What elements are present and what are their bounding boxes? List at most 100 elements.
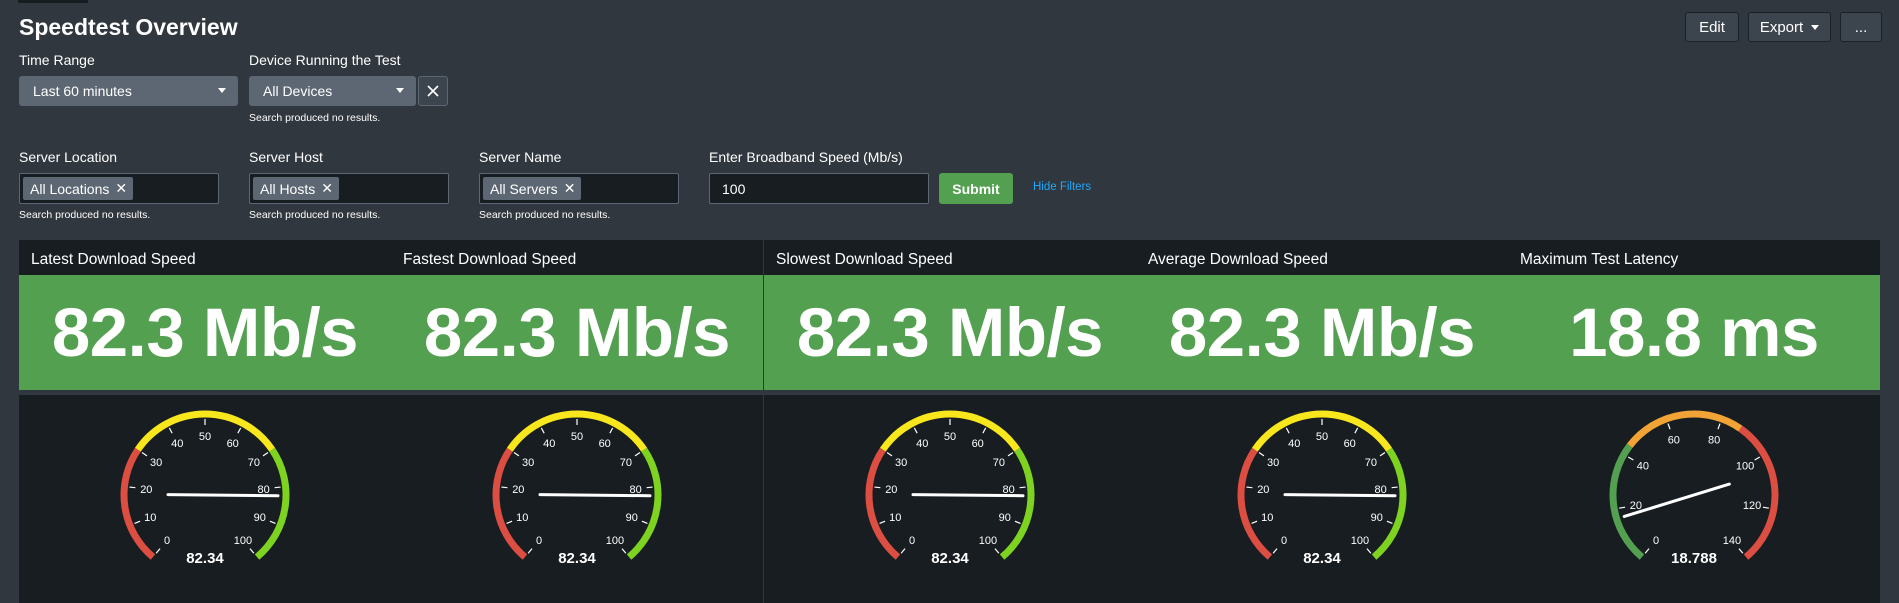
gauge-tick (1391, 486, 1398, 489)
gauge-tick (501, 486, 508, 489)
page-title: Speedtest Overview (19, 14, 238, 40)
gauge-tick (527, 548, 533, 554)
device-clear-button[interactable] (418, 76, 448, 106)
gauge-tick-label: 10 (144, 512, 156, 524)
device-value: All Devices (263, 83, 333, 99)
gauge-tick-label: 140 (1723, 535, 1741, 547)
close-icon[interactable]: ✕ (564, 180, 576, 197)
server-host-search-note: Search produced no results. (249, 209, 381, 221)
gauge-needle (166, 493, 280, 498)
gauge-tick (1762, 506, 1769, 509)
radial-gauge: 0 10 20 30 40 50 60 70 80 90 100 82.34 (19, 395, 391, 603)
more-actions-button[interactable]: ... (1840, 12, 1882, 42)
gauge-tick-label: 50 (1316, 431, 1328, 443)
gauge-svg: 0204060 8010012014018.788 (1609, 410, 1779, 567)
server-name-label: Server Name (479, 149, 562, 165)
close-icon[interactable]: ✕ (115, 180, 127, 197)
gauge-tick (886, 452, 893, 457)
gauge-tick (634, 452, 641, 457)
edit-button[interactable]: Edit (1685, 12, 1739, 42)
gauge-tick (1007, 452, 1014, 457)
close-icon[interactable]: ✕ (321, 180, 333, 197)
gauge-tick-label: 60 (972, 438, 984, 450)
time-range-label: Time Range (19, 52, 95, 68)
gauge-band (865, 447, 901, 560)
gauge-tick-label: 70 (1365, 457, 1377, 469)
close-icon (427, 85, 439, 97)
panel-latest-download: Latest Download Speed 82.3 Mb/s 0 10 20 30 4… (19, 240, 391, 603)
gauge-tick-label: 30 (150, 457, 162, 469)
time-range-select[interactable]: Last 60 minutes (19, 76, 238, 106)
gauge-svg: 010203040506070809010082.34 (865, 410, 1035, 567)
radial-gauge: 0 10 20 30 40 50 60 70 80 90 100 82.34 (391, 395, 763, 603)
gauge-tick-label: 30 (522, 457, 534, 469)
server-name-multiselect[interactable]: All Servers ✕ (479, 173, 679, 204)
gauge-tick-label: 80 (1708, 435, 1720, 447)
gauge-tick (1272, 548, 1278, 554)
single-value: 82.3 Mb/s (764, 275, 1136, 390)
gauge-band (254, 447, 290, 560)
gauge-tick (1754, 456, 1761, 461)
gauge-value-label: 82.34 (931, 550, 969, 567)
gauge-tick (913, 427, 918, 434)
gauge-tick (874, 486, 881, 489)
radial-gauge: 0 10 20 30 40 50 60 70 80 90 100 82.34 (764, 395, 1136, 603)
gauge-tick (1019, 486, 1026, 489)
gauge-tick-label: 20 (885, 484, 897, 496)
submit-button[interactable]: Submit (939, 173, 1013, 204)
gauge-tick (1667, 423, 1671, 430)
gauge-tick-label: 70 (248, 457, 260, 469)
gauge-tick (646, 486, 653, 489)
gauge-band (120, 447, 156, 560)
panel-average-download: Average Download Speed 82.3 Mb/s 0 10 20 30… (1136, 240, 1508, 603)
server-location-search-note: Search produced no results. (19, 209, 151, 221)
gauge-tick (141, 452, 148, 457)
gauge-tick-label: 120 (1743, 500, 1761, 512)
panel-slowest-download: Slowest Download Speed 82.3 Mb/s 0 10 20 30… (764, 240, 1136, 603)
gauge-needle (911, 493, 1025, 498)
gauge-tick (1627, 456, 1634, 461)
panel-title: Latest Download Speed (31, 251, 196, 268)
single-value: 82.3 Mb/s (1136, 275, 1508, 390)
gauge-tick (269, 520, 276, 525)
device-select[interactable]: All Devices (249, 76, 416, 106)
panel-max-latency: Maximum Test Latency 18.8 ms 0 20 40 60 80 10… (1508, 240, 1880, 603)
gauge-tick-label: 40 (171, 438, 183, 450)
gauge-tick (134, 520, 141, 525)
gauge-tick-label: 100 (606, 535, 624, 547)
gauge-tick-label: 60 (599, 438, 611, 450)
server-location-multiselect[interactable]: All Locations ✕ (19, 173, 219, 204)
gauge-needle (538, 493, 652, 498)
gauge-tick-label: 100 (1736, 461, 1754, 473)
gauge-tick-label: 0 (536, 535, 542, 547)
gauge-band (1371, 447, 1407, 560)
gauge-tick-label: 30 (1267, 457, 1279, 469)
server-host-token: All Hosts ✕ (253, 177, 339, 200)
gauge-needle (1283, 493, 1397, 498)
gauge-tick-label: 40 (543, 438, 555, 450)
panel-title: Average Download Speed (1148, 251, 1328, 268)
gauge-tick (168, 427, 173, 434)
gauge-tick (506, 520, 513, 525)
server-name-token: All Servers ✕ (483, 177, 582, 200)
gauge-tick-label: 60 (1668, 435, 1680, 447)
gauge-tick-label: 20 (1257, 484, 1269, 496)
single-value: 18.8 ms (1508, 275, 1880, 390)
gauge-tick-label: 40 (1637, 461, 1649, 473)
token-label: All Locations (30, 180, 110, 197)
gauge-tick (1258, 452, 1265, 457)
server-name-search-note: Search produced no results. (479, 209, 611, 221)
gauge-tick (237, 427, 242, 434)
gauge-tick-label: 70 (620, 457, 632, 469)
broadband-speed-input[interactable] (709, 173, 929, 204)
gauge-tick (1366, 548, 1372, 554)
hide-filters-link[interactable]: Hide Filters (1033, 181, 1091, 193)
export-button[interactable]: Export (1748, 12, 1831, 42)
server-host-multiselect[interactable]: All Hosts ✕ (249, 173, 449, 204)
gauge-tick (1738, 548, 1744, 554)
gauge-tick-label: 100 (234, 535, 252, 547)
gauge-tick-label: 50 (571, 431, 583, 443)
gauge-tick (994, 548, 1000, 554)
panel-title: Maximum Test Latency (1520, 251, 1679, 268)
gauge-tick (621, 548, 627, 554)
